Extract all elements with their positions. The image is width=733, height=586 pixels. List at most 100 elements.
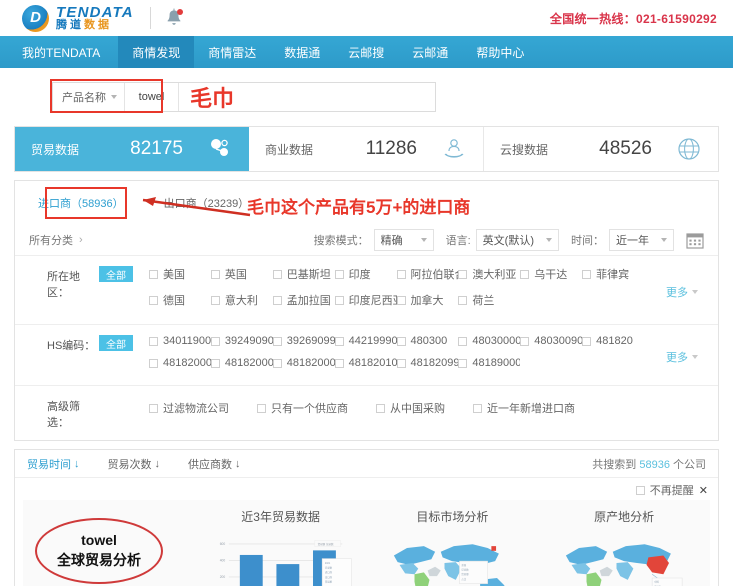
region-checkbox[interactable]: 加拿大 xyxy=(396,292,459,308)
brand-logo[interactable]: D TENDATA 腾道数据 xyxy=(22,4,134,32)
stat-card-business-data[interactable]: 商业数据 11286 xyxy=(249,127,484,171)
checkbox-icon[interactable] xyxy=(210,269,220,279)
stat-value: 11286 xyxy=(365,138,417,159)
checkbox-icon[interactable] xyxy=(582,336,592,346)
advanced-checkbox[interactable]: 只有一个供应商 xyxy=(257,396,348,420)
region-checkbox[interactable]: 巴基斯坦 xyxy=(272,266,335,282)
hs-all-button[interactable]: 全部 xyxy=(99,335,133,351)
region-all-button[interactable]: 全部 xyxy=(99,266,133,282)
bell-icon[interactable] xyxy=(165,8,183,28)
filter-time-select[interactable]: 近一年 xyxy=(609,229,674,251)
checkbox-icon[interactable] xyxy=(473,403,482,413)
stat-card-trade-data[interactable]: 贸易数据 82175 xyxy=(15,127,249,171)
nav-item-data-tong[interactable]: 数据通 xyxy=(270,36,334,68)
filter-search-mode-select[interactable]: 精确 xyxy=(373,229,434,251)
region-checkbox[interactable]: 印度 xyxy=(334,266,397,282)
all-categories-link[interactable]: 所有分类 xyxy=(29,232,73,248)
checkbox-icon[interactable] xyxy=(149,295,158,305)
checkbox-icon[interactable] xyxy=(210,336,220,346)
checkbox-icon[interactable] xyxy=(210,358,220,368)
hs-checkbox[interactable]: 48182099 xyxy=(396,357,458,369)
promo-card-origin[interactable]: 原产地分析 中国记录数 贸易额占比 xyxy=(538,500,710,586)
region-checkbox[interactable]: 荷兰 xyxy=(458,292,520,308)
region-checkbox[interactable]: 美国 xyxy=(149,266,211,282)
nav-item-business-discovery[interactable]: 商情发现 xyxy=(118,36,195,68)
search-keyword-chip[interactable]: towel xyxy=(125,83,179,111)
region-checkbox[interactable]: 德国 xyxy=(149,292,211,308)
region-more-button[interactable]: 更多 xyxy=(648,266,704,318)
checkbox-icon[interactable] xyxy=(149,403,158,413)
checkbox-icon[interactable] xyxy=(272,358,282,368)
checkbox-icon[interactable] xyxy=(257,403,266,413)
checkbox-icon[interactable] xyxy=(520,269,530,279)
checkbox-icon[interactable] xyxy=(334,358,344,368)
hs-checkbox[interactable]: 44219990 xyxy=(334,335,397,347)
region-checkbox[interactable]: 阿拉伯联合... xyxy=(396,266,458,282)
region-checkbox[interactable]: 菲律宾 xyxy=(582,266,644,282)
region-checkbox[interactable]: 英国 xyxy=(210,266,273,282)
hs-checkbox[interactable]: 48030090 xyxy=(520,335,582,347)
stat-label: 商业数据 xyxy=(265,142,314,157)
hs-checkbox[interactable]: 48182000 xyxy=(149,357,211,369)
nav-item-cloud-mail-search[interactable]: 云邮搜 xyxy=(334,36,398,68)
advanced-checkbox[interactable]: 从中国采购 xyxy=(376,396,445,420)
checkbox-icon[interactable] xyxy=(272,269,282,279)
sort-supplier-count[interactable]: 供应商数 ↓ xyxy=(188,456,241,472)
dont-remind-label[interactable]: 不再提醒 xyxy=(650,482,694,498)
checkbox-icon[interactable] xyxy=(149,358,158,368)
checkbox-icon[interactable] xyxy=(272,295,282,305)
hs-checkbox[interactable]: 481820 xyxy=(582,335,644,347)
promo-card-target-market[interactable]: 目标市场分析 美国 记录数 贸易额 占比 xyxy=(367,500,539,586)
nav-item-cloud-mail-tong[interactable]: 云邮通 xyxy=(398,36,462,68)
checkbox-icon[interactable] xyxy=(396,295,406,305)
advanced-checkbox[interactable]: 过滤物流公司 xyxy=(149,396,229,420)
filter-language-select[interactable]: 英文(默认) xyxy=(475,229,559,251)
nav-item-help-center[interactable]: 帮助中心 xyxy=(462,36,538,68)
sort-trade-count[interactable]: 贸易次数 ↓ xyxy=(108,456,161,472)
checkbox-icon[interactable] xyxy=(396,358,406,368)
region-checkbox[interactable]: 孟加拉国 xyxy=(272,292,335,308)
checkbox-icon[interactable] xyxy=(334,336,344,346)
checkbox-icon[interactable] xyxy=(582,269,592,279)
checkbox-icon[interactable] xyxy=(458,295,468,305)
checkbox-icon[interactable] xyxy=(272,336,282,346)
sort-trade-time[interactable]: 贸易时间 ↓ xyxy=(27,456,80,472)
hs-checkbox[interactable]: 48182010 xyxy=(334,357,397,369)
checkbox-icon[interactable] xyxy=(458,336,468,346)
region-checkbox[interactable]: 澳大利亚 xyxy=(458,266,520,282)
hs-checkbox[interactable]: 480300 xyxy=(396,335,459,347)
hs-checkbox[interactable]: 48189000 xyxy=(458,357,520,369)
checkbox-icon[interactable] xyxy=(458,269,468,279)
checkbox-icon[interactable] xyxy=(334,269,344,279)
checkbox-icon[interactable] xyxy=(376,403,385,413)
checkbox-icon[interactable] xyxy=(210,295,220,305)
stat-card-cloud-search-data[interactable]: 云搜数据 48526 xyxy=(484,127,718,171)
search-input[interactable] xyxy=(179,83,435,111)
region-checkbox[interactable]: 意大利 xyxy=(210,292,273,308)
advanced-checkbox[interactable]: 近一年新增进口商 xyxy=(473,396,575,420)
checkbox-icon[interactable] xyxy=(149,269,158,279)
checkbox-icon[interactable] xyxy=(458,358,468,368)
hs-checkbox[interactable]: 481820000... xyxy=(272,357,335,369)
hs-checkbox[interactable]: 48030000 xyxy=(458,335,520,347)
checkbox-icon[interactable] xyxy=(396,336,406,346)
checkbox-icon[interactable] xyxy=(396,269,406,279)
nav-item-business-radar[interactable]: 商情雷达 xyxy=(194,36,270,68)
search-type-dropdown[interactable]: 产品名称 xyxy=(53,83,125,111)
hs-checkbox[interactable]: 39269099 xyxy=(272,335,335,347)
main-nav: 我的TENDATA 商情发现 商情雷达 数据通 云邮搜 云邮通 帮助中心 xyxy=(0,36,733,68)
hs-more-button[interactable]: 更多 xyxy=(648,335,704,379)
nav-item-my-tendata[interactable]: 我的TENDATA xyxy=(0,36,118,68)
checkbox-icon[interactable] xyxy=(635,485,645,495)
promo-card-trade-chart[interactable]: 近3年贸易数据 600400 2000 2021记录数 xyxy=(195,500,367,586)
checkbox-icon[interactable] xyxy=(334,295,344,305)
hs-checkbox[interactable]: 39249090 xyxy=(210,335,273,347)
close-icon[interactable]: ✕ xyxy=(699,484,708,497)
region-checkbox[interactable]: 乌干达 xyxy=(520,266,582,282)
hs-checkbox[interactable]: 4818200000 xyxy=(210,357,273,369)
checkbox-icon[interactable] xyxy=(520,336,530,346)
hs-checkbox[interactable]: 3401190000 xyxy=(149,335,211,347)
calendar-icon[interactable] xyxy=(686,232,704,249)
region-checkbox[interactable]: 印度尼西亚 xyxy=(334,292,397,308)
checkbox-icon[interactable] xyxy=(149,336,158,346)
